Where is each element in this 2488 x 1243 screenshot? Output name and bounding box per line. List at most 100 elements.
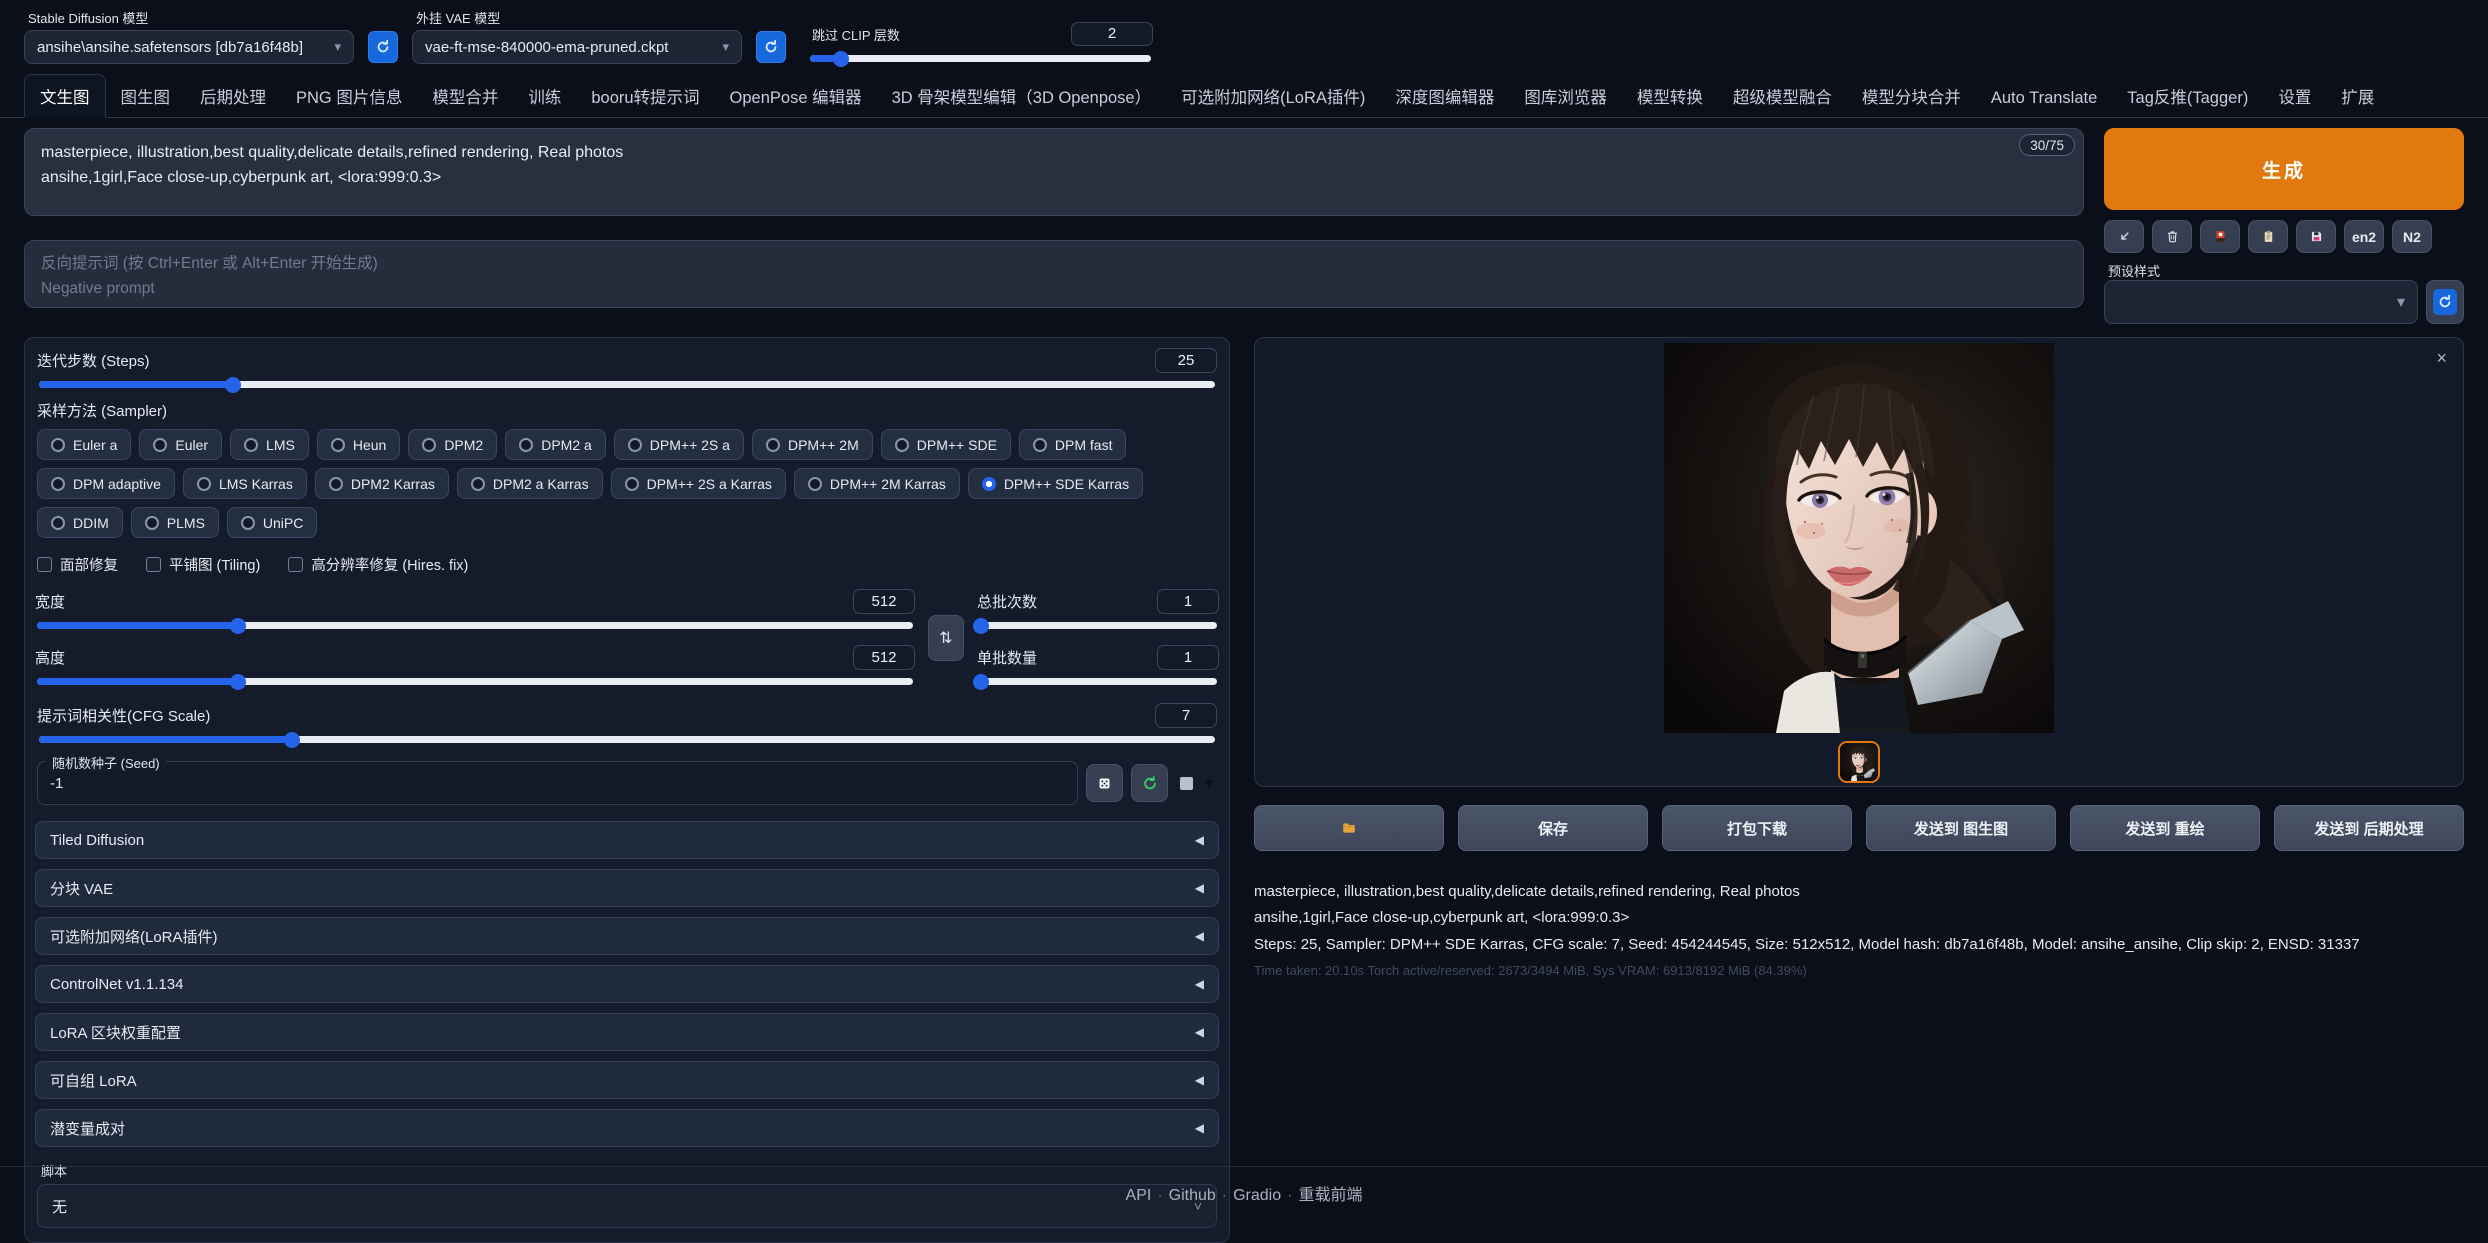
extra-networks-button[interactable] [2200,220,2240,253]
clip-skip-value[interactable]: 2 [1071,22,1153,46]
tab-item[interactable]: 后期处理 [185,75,281,117]
accordion-header[interactable]: 可自组 LoRA◀ [35,1061,1219,1099]
clear-prompt-button[interactable] [2152,220,2192,253]
refresh-styles-button[interactable] [2426,280,2464,324]
height-value[interactable]: 512 [853,645,915,670]
sampler-option[interactable]: PLMS [131,507,219,538]
sampler-option[interactable]: DPM++ 2S a [614,429,744,460]
sampler-option[interactable]: DPM++ 2M Karras [794,468,960,499]
n2-button[interactable]: N2 [2392,220,2432,253]
width-value[interactable]: 512 [853,589,915,614]
steps-value[interactable]: 25 [1155,348,1217,373]
width-slider[interactable] [37,622,913,629]
sampler-option[interactable]: DDIM [37,507,123,538]
tab-item[interactable]: 3D 骨架模型编辑（3D Openpose） [877,75,1167,117]
accordion-header[interactable]: LoRA 区块权重配置◀ [35,1013,1219,1051]
send-to-extras-button[interactable]: 发送到 后期处理 [2274,805,2464,851]
tab-item[interactable]: 超级模型融合 [1718,75,1847,117]
cfg-slider[interactable] [39,736,1215,743]
accordion-header[interactable]: 分块 VAE◀ [35,869,1219,907]
prompt-textarea[interactable]: masterpiece, illustration,best quality,d… [24,128,2084,216]
sampler-option[interactable]: DPM adaptive [37,468,175,499]
tab-item[interactable]: 模型转换 [1622,75,1718,117]
refresh-vae-button[interactable] [756,31,786,63]
tab-item[interactable]: booru转提示词 [576,75,714,117]
height-slider[interactable] [37,678,913,685]
footer-link[interactable]: 重载前端 [1298,1187,1362,1204]
footer-link[interactable]: Github [1169,1187,1216,1204]
reuse-seed-button[interactable] [1131,764,1168,802]
sampler-option[interactable]: DPM++ 2S a Karras [611,468,786,499]
apply-style-button[interactable] [2248,220,2288,253]
batch-count-value[interactable]: 1 [1157,589,1219,614]
footer-link[interactable]: Gradio [1233,1187,1281,1204]
sampler-option[interactable]: DPM2 [408,429,497,460]
en2-button[interactable]: en2 [2344,220,2384,253]
vae-model-dropdown[interactable]: vae-ft-mse-840000-ema-pruned.ckpt ▾ [412,30,742,64]
sampler-option[interactable]: LMS Karras [183,468,307,499]
seed-extra-checkbox[interactable] [1180,777,1193,790]
sampler-option[interactable]: DPM2 Karras [315,468,449,499]
tab-item[interactable]: Tag反推(Tagger) [2112,75,2263,117]
collapse-arrow-icon: ◀ [1195,1121,1204,1135]
refresh-icon [375,39,391,55]
tab-item[interactable]: 模型分块合并 [1847,75,1976,117]
accordion-header[interactable]: 可选附加网络(LoRA插件)◀ [35,917,1219,955]
accordion-header[interactable]: ControlNet v1.1.134◀ [35,965,1219,1003]
send-to-inpaint-button[interactable]: 发送到 重绘 [2070,805,2260,851]
checkbox-item[interactable]: 面部修复 [37,554,118,575]
sampler-option[interactable]: DPM fast [1019,429,1127,460]
batch-count-slider[interactable] [979,622,1217,629]
sampler-option[interactable]: LMS [230,429,309,460]
sd-model-dropdown[interactable]: ansihe\ansihe.safetensors [db7a16f48b] ▾ [24,30,354,64]
open-folder-button[interactable] [1254,805,1444,851]
tab-item[interactable]: OpenPose 编辑器 [715,75,877,117]
tab-item[interactable]: 可选附加网络(LoRA插件) [1166,75,1380,117]
send-to-img2img-button[interactable]: 发送到 图生图 [1866,805,2056,851]
tab-item[interactable]: 模型合并 [417,75,513,117]
tab-item[interactable]: 扩展 [2326,75,2389,117]
tab-item[interactable]: 深度图编辑器 [1380,75,1509,117]
sampler-option[interactable]: DPM++ 2M [752,429,873,460]
close-icon[interactable]: × [2436,348,2447,369]
random-seed-button[interactable] [1086,764,1123,802]
batch-size-slider[interactable] [979,678,1217,685]
seed-input[interactable]: 随机数种子 (Seed) -1 [37,761,1078,805]
save-button[interactable]: 保存 [1458,805,1648,851]
tab-item[interactable]: Auto Translate [1976,80,2112,117]
clip-skip-slider[interactable] [810,55,1151,62]
batch-size-value[interactable]: 1 [1157,645,1219,670]
accordion-header[interactable]: 潜变量成对◀ [35,1109,1219,1147]
sampler-option[interactable]: Heun [317,429,400,460]
cfg-value[interactable]: 7 [1155,703,1217,728]
gallery-thumbnail-selected[interactable] [1838,741,1880,783]
accordion-header[interactable]: Tiled Diffusion◀ [35,821,1219,859]
sampler-option[interactable]: DPM++ SDE [881,429,1011,460]
sampler-option[interactable]: DPM2 a [505,429,606,460]
sampler-option[interactable]: Euler [139,429,222,460]
tab-item[interactable]: PNG 图片信息 [281,75,417,117]
preset-style-dropdown[interactable]: ▾ [2104,280,2418,324]
sampler-option[interactable]: UniPC [227,507,317,538]
tab-item[interactable]: 图生图 [106,75,186,117]
swap-dimensions-button[interactable]: ⇅ [928,615,964,661]
tab-item[interactable]: 图库浏览器 [1509,75,1622,117]
zip-download-button[interactable]: 打包下载 [1662,805,1852,851]
tab-item[interactable]: 训练 [513,75,576,117]
sampler-option[interactable]: DPM++ SDE Karras [968,468,1143,499]
save-style-button[interactable] [2296,220,2336,253]
arrow-icon [2117,229,2132,244]
checkbox-item[interactable]: 高分辨率修复 (Hires. fix) [288,554,468,575]
steps-slider[interactable] [39,381,1215,388]
refresh-sd-model-button[interactable] [368,31,398,63]
generate-button[interactable]: 生成 [2104,128,2464,210]
paste-params-button[interactable] [2104,220,2144,253]
generated-image[interactable] [1664,343,2054,733]
footer-link[interactable]: API [1126,1187,1152,1204]
tab-item[interactable]: 设置 [2263,75,2326,117]
sampler-option[interactable]: Euler a [37,429,131,460]
sampler-option[interactable]: DPM2 a Karras [457,468,603,499]
checkbox-item[interactable]: 平铺图 (Tiling) [146,554,260,575]
tab-item[interactable]: 文生图 [24,74,106,118]
negative-prompt-textarea[interactable]: 反向提示词 (按 Ctrl+Enter 或 Alt+Enter 开始生成) Ne… [24,240,2084,308]
